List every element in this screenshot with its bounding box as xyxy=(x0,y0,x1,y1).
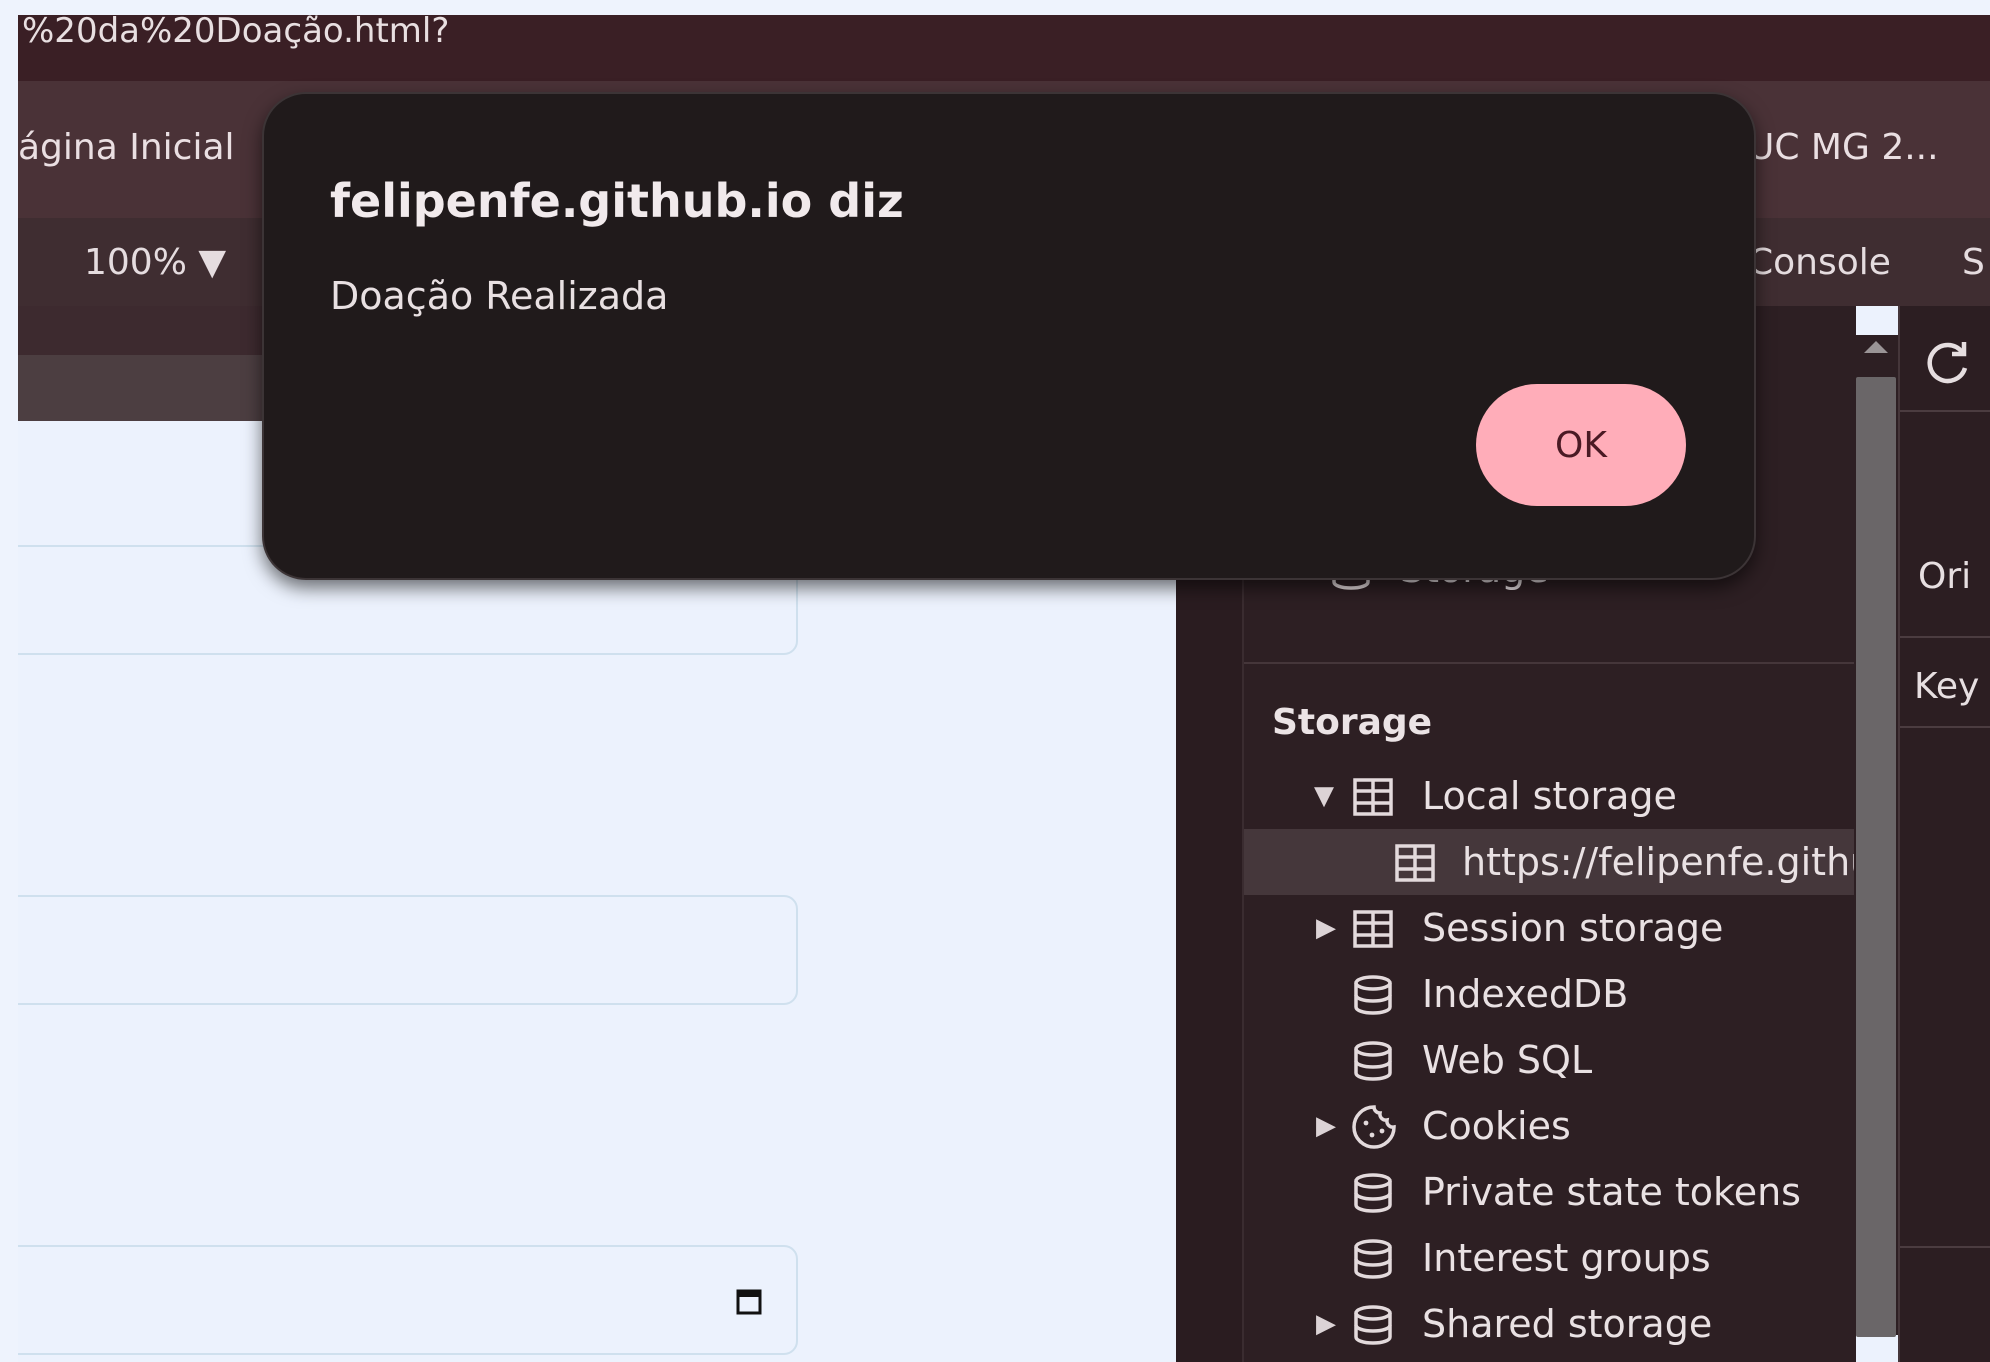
storage-section-title: Storage xyxy=(1272,702,1433,743)
form-date-input[interactable] xyxy=(18,1245,798,1355)
pane-divider xyxy=(1900,410,1990,412)
tree-item-label: Local storage xyxy=(1422,774,1677,818)
expand-arrow-down-icon[interactable]: ▼ xyxy=(1314,763,1334,829)
database-icon xyxy=(1354,1305,1392,1345)
expand-arrow-right-icon[interactable]: ▶ xyxy=(1316,895,1336,961)
tree-item-local-storage[interactable]: ▼ Local storage xyxy=(1244,763,1856,829)
tree-item-label: IndexedDB xyxy=(1422,972,1629,1016)
tree-item-shared-storage[interactable]: ▶ Shared storage xyxy=(1244,1291,1856,1357)
scrollbar-thumb[interactable] xyxy=(1856,377,1896,1337)
table-icon xyxy=(1395,844,1435,882)
tree-item-indexeddb[interactable]: IndexedDB xyxy=(1244,961,1856,1027)
tree-item-label: Private state tokens xyxy=(1422,1170,1801,1214)
address-url[interactable]: %20da%20Doação.html? xyxy=(22,15,449,48)
tree-item-interest-groups[interactable]: Interest groups xyxy=(1244,1225,1856,1291)
tree-item-label: Shared storage xyxy=(1422,1302,1713,1346)
expand-arrow-right-icon[interactable]: ▶ xyxy=(1316,1093,1336,1159)
key-column-header[interactable]: Key xyxy=(1914,666,1979,707)
alert-dialog: felipenfe.github.io diz Doação Realizada… xyxy=(262,92,1756,580)
form-input-2[interactable] xyxy=(18,895,798,1005)
expand-arrow-right-icon[interactable]: ▶ xyxy=(1316,1291,1336,1357)
tree-item-web-sql[interactable]: Web SQL xyxy=(1244,1027,1856,1093)
tab-console[interactable]: Console xyxy=(1748,242,1891,283)
tree-item-label: Cookies xyxy=(1422,1104,1571,1148)
zoom-dropdown[interactable]: 100% ▼ xyxy=(84,242,226,283)
refresh-icon[interactable] xyxy=(1922,338,1972,388)
tree-item-label: https://felipenfe.github xyxy=(1462,840,1856,884)
calendar-icon[interactable] xyxy=(736,1287,762,1315)
tab-sources-partial[interactable]: S xyxy=(1962,242,1985,283)
table-icon xyxy=(1353,778,1393,816)
tree-item-label: Session storage xyxy=(1422,906,1724,950)
database-icon xyxy=(1354,1173,1392,1213)
dialog-title: felipenfe.github.io diz xyxy=(330,174,904,228)
pane-divider xyxy=(1900,726,1990,728)
scroll-up-arrow-icon[interactable] xyxy=(1864,341,1888,353)
tree-item-private-state-tokens[interactable]: Private state tokens xyxy=(1244,1159,1856,1225)
tree-item-label: Web SQL xyxy=(1422,1038,1593,1082)
cookie-icon xyxy=(1352,1105,1396,1149)
database-icon xyxy=(1354,975,1392,1015)
sidebar-scrollbar[interactable] xyxy=(1854,335,1898,1337)
tree-item-label: Interest groups xyxy=(1422,1236,1711,1280)
table-icon xyxy=(1353,910,1393,948)
database-icon xyxy=(1354,1239,1392,1279)
screen: %20da%20Doação.html? ágina Inicial UC MG… xyxy=(0,0,1990,1362)
pane-divider xyxy=(1900,1246,1990,1248)
storage-detail-pane: Ori Key xyxy=(1898,306,1990,1362)
address-bar[interactable]: %20da%20Doação.html? xyxy=(18,15,1990,81)
database-icon xyxy=(1354,1041,1392,1081)
pane-divider xyxy=(1900,636,1990,638)
ok-button[interactable]: OK xyxy=(1476,384,1686,506)
origin-label: Ori xyxy=(1918,556,1972,597)
bookmark-pagina-inicial[interactable]: ágina Inicial xyxy=(18,127,235,168)
tree-item-origin-felipenfe[interactable]: https://felipenfe.github xyxy=(1244,829,1856,895)
dialog-message: Doação Realizada xyxy=(330,274,669,318)
tree-item-session-storage[interactable]: ▶ Session storage xyxy=(1244,895,1856,961)
tree-item-cookies[interactable]: ▶ Cookies xyxy=(1244,1093,1856,1159)
section-divider xyxy=(1244,662,1856,664)
bookmark-puc-mg[interactable]: UC MG 2... xyxy=(1748,127,1939,168)
